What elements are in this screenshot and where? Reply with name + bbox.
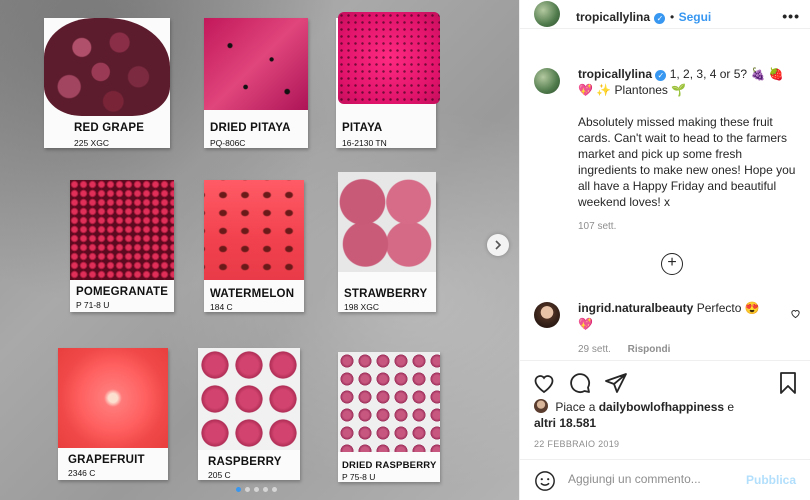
card-code: 16-2130 TN xyxy=(342,138,387,148)
comment-like-heart-icon[interactable] xyxy=(790,308,801,322)
pomegranate-swatch xyxy=(70,180,174,280)
reply-button[interactable]: Rispondi xyxy=(628,344,671,355)
card-code: 225 XGC xyxy=(74,138,109,148)
likes-summary: Piace a dailybowlofhappiness e altri 18.… xyxy=(534,399,774,431)
separator-dot: • xyxy=(669,10,675,24)
fruit-card-pitaya: PITAYA 16-2130 TN xyxy=(336,12,440,148)
caption-time: 107 sett. xyxy=(578,221,617,232)
post-date: 22 FEBBRAIO 2019 xyxy=(534,439,620,449)
carousel-dot xyxy=(254,487,259,492)
caption-title: 1, 2, 3, 4 or 5? 🍇 🍓 xyxy=(669,67,784,81)
comment-box: Pubblica xyxy=(520,459,810,500)
card-name: RED GRAPE xyxy=(74,122,145,134)
likes-others[interactable]: altri 18.581 xyxy=(534,415,774,431)
fruit-card-watermelon: WATERMELON 184 C xyxy=(204,180,304,312)
carousel-dot xyxy=(245,487,250,492)
post-header: tropicallylina ✓ • Segui ••• xyxy=(520,0,810,29)
dried-pitaya-swatch xyxy=(204,18,308,110)
raspberry-swatch xyxy=(198,348,300,450)
avatar[interactable] xyxy=(534,1,560,27)
publish-button[interactable]: Pubblica xyxy=(746,473,796,487)
fruit-card-grapefruit: GRAPEFRUIT 2346 C xyxy=(58,348,168,480)
carousel-dot xyxy=(263,487,268,492)
card-code: 2346 C xyxy=(68,468,96,478)
likes-prefix: Piace a xyxy=(555,400,596,414)
emoji-smiley-icon[interactable] xyxy=(534,470,556,497)
actions-bar: Piace a dailybowlofhappiness e altri 18.… xyxy=(520,360,810,500)
follow-button[interactable]: Segui xyxy=(679,10,712,24)
load-more-comments-icon[interactable]: + xyxy=(661,253,683,275)
pitaya-swatch xyxy=(338,12,440,104)
chevron-right-icon xyxy=(495,240,502,250)
verified-badge-icon: ✓ xyxy=(655,70,667,81)
card-name: DRIED RASPBERRY xyxy=(342,460,437,471)
card-code: 198 XGC xyxy=(344,302,379,312)
fruit-card-dried-pitaya: DRIED PITAYA PQ-806C xyxy=(204,18,308,148)
dried-raspberry-swatch xyxy=(338,352,440,452)
card-code: 205 C xyxy=(208,470,231,480)
share-paper-plane-icon[interactable] xyxy=(604,371,628,395)
card-name: DRIED PITAYA xyxy=(210,122,291,134)
header-username[interactable]: tropicallylina xyxy=(576,10,650,24)
caption-header: tropicallylina ✓ 1, 2, 3, 4 or 5? 🍇 🍓 💖 … xyxy=(578,66,798,98)
more-options-icon[interactable]: ••• xyxy=(782,8,800,24)
caption-username[interactable]: tropicallylina xyxy=(578,67,652,81)
card-name: WATERMELON xyxy=(210,288,295,300)
post-sidebar: tropicallylina ✓ • Segui ••• tropicallyl… xyxy=(519,0,810,500)
comment-input[interactable] xyxy=(568,472,738,486)
card-name: RASPBERRY xyxy=(208,456,282,468)
fruit-card-strawberry: STRAWBERRY 198 XGC xyxy=(338,172,436,312)
comment-avatar[interactable] xyxy=(534,302,560,328)
fruit-card-raspberry: RASPBERRY 205 C xyxy=(198,348,300,480)
save-bookmark-icon[interactable] xyxy=(776,371,800,395)
comment-meta: 29 sett. Rispondi xyxy=(578,344,684,355)
card-name: PITAYA xyxy=(342,122,383,134)
card-code: PQ-806C xyxy=(210,138,246,148)
verified-badge-icon: ✓ xyxy=(654,13,666,24)
comment-username[interactable]: ingrid.naturalbeauty xyxy=(578,301,693,315)
liker-avatar xyxy=(534,399,548,413)
card-code: P 71-8 U xyxy=(76,300,110,310)
comment-text-line2: 💖 xyxy=(578,317,593,331)
comment-bubble-icon[interactable] xyxy=(568,371,592,395)
like-heart-icon[interactable] xyxy=(532,371,556,395)
card-code: 184 C xyxy=(210,302,233,312)
post-photo[interactable]: RED GRAPE 225 XGC DRIED PITAYA PQ-806C P… xyxy=(0,0,519,500)
caption-avatar[interactable] xyxy=(534,68,560,94)
comment-time: 29 sett. xyxy=(578,344,611,355)
card-name: GRAPEFRUIT xyxy=(68,454,145,466)
watermelon-swatch xyxy=(204,180,304,280)
red-grape-swatch xyxy=(44,18,170,116)
likes-connector: e xyxy=(727,400,735,414)
liker-username[interactable]: dailybowlofhappiness xyxy=(599,400,724,414)
comment-text: Perfecto 😍 xyxy=(696,301,760,315)
caption-body: Absolutely missed making these fruit car… xyxy=(578,115,796,209)
card-code: P 75-8 U xyxy=(342,472,376,482)
carousel-dot xyxy=(236,487,241,492)
fruit-card-dried-raspberry: DRIED RASPBERRY P 75-8 U xyxy=(338,352,440,482)
comment: ingrid.naturalbeauty Perfecto 😍 💖 xyxy=(578,300,778,332)
card-name: POMEGRANATE xyxy=(76,286,169,298)
card-name: STRAWBERRY xyxy=(344,288,428,300)
carousel-dots xyxy=(236,487,277,492)
carousel-dot xyxy=(272,487,277,492)
fruit-card-pomegranate: POMEGRANATE P 71-8 U xyxy=(70,180,174,312)
strawberry-swatch xyxy=(338,172,436,272)
carousel-next-button[interactable] xyxy=(487,234,509,256)
caption-title-line2: 💖 ✨ Plantones 🌱 xyxy=(578,83,687,97)
grapefruit-swatch xyxy=(58,348,168,448)
fruit-card-red-grape: RED GRAPE 225 XGC xyxy=(44,18,170,148)
